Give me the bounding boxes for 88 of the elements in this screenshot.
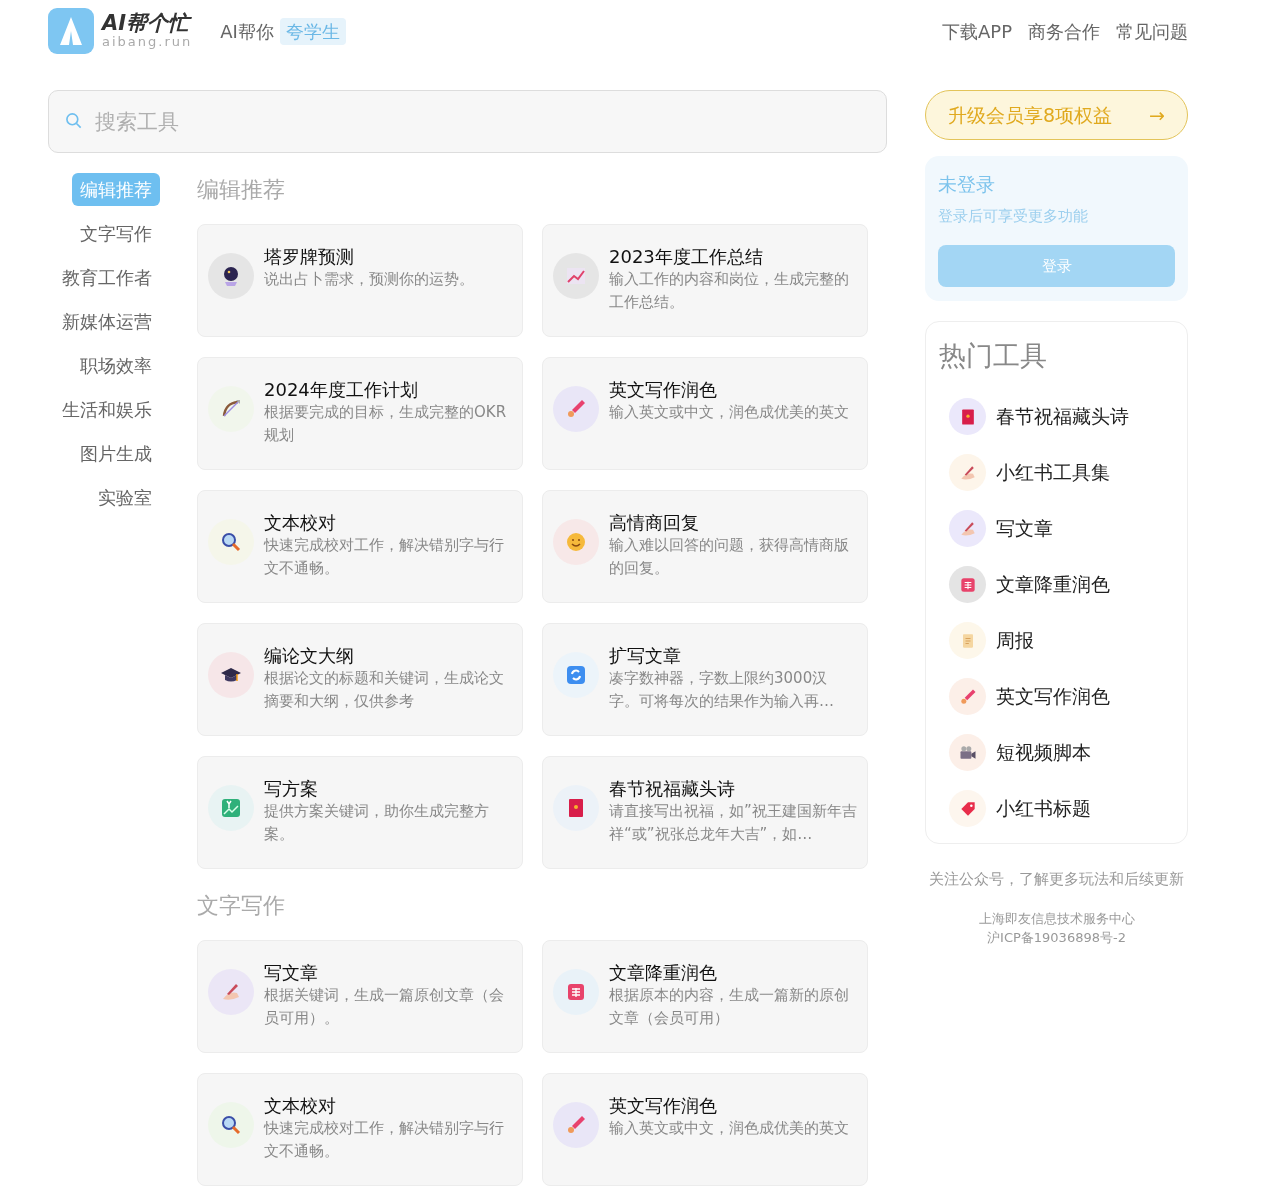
hot-tool-item[interactable]: 文章降重润色 — [939, 556, 1174, 613]
hot-tool-item[interactable]: 英文写作润色 — [939, 668, 1174, 725]
header-link[interactable]: 商务合作 — [1028, 17, 1100, 45]
refresh-icon — [564, 663, 588, 687]
logo-icon — [48, 8, 94, 54]
tool-card[interactable]: 英文写作润色 输入英文或中文，润色成优美的英文 — [542, 1073, 868, 1186]
nav-item[interactable]: 职场效率 — [72, 349, 160, 382]
tool-card[interactable]: 写方案 提供方案关键词，助你生成完整方案。 — [197, 756, 523, 869]
hot-tool-item[interactable]: 短视频脚本 — [939, 724, 1174, 781]
tool-name: 春节祝福藏头诗 — [609, 777, 736, 801]
login-status: 未登录 — [938, 172, 996, 197]
tool-name: 文本校对 — [264, 1094, 337, 1118]
tool-name: 扩写文章 — [609, 644, 682, 668]
smiley-icon — [564, 530, 588, 554]
nav-item[interactable]: 图片生成 — [72, 437, 160, 470]
tool-description: 根据关键词，生成一篇原创文章（会员可用）。 — [264, 985, 505, 1030]
tool-card[interactable]: 春节祝福藏头诗 请直接写出祝福，如”祝王建国新年吉祥“或”祝张总龙年大吉”，如… — [542, 756, 868, 869]
tool-description: 根据原本的内容，生成一篇新的原创文章（会员可用） — [609, 985, 850, 1030]
hot-tool-name: 英文写作润色 — [996, 684, 1110, 710]
tool-card[interactable]: 文章降重润色 根据原本的内容，生成一篇新的原创文章（会员可用） — [542, 940, 868, 1053]
tool-name: 2023年度工作总结 — [609, 245, 764, 269]
tool-name: 写文章 — [264, 961, 319, 985]
section-title: 文字写作 — [197, 892, 286, 920]
nav-item[interactable]: 生活和娱乐 — [54, 393, 160, 426]
hot-tool-item[interactable]: 春节祝福藏头诗 — [939, 388, 1174, 445]
tool-description: 凑字数神器，字数上限约3000汉字。可将每次的结果作为输入再… — [609, 668, 835, 713]
tool-description: 根据要完成的目标，生成完整的OKR规划 — [264, 402, 508, 447]
nav-item[interactable]: 教育工作者 — [54, 261, 160, 294]
hot-tool-name: 文章降重润色 — [996, 572, 1110, 598]
tool-card[interactable]: 文本校对 快速完成校对工作，解决错别字与行文不通畅。 — [197, 1073, 523, 1186]
icp-number: 沪ICP备19036898号-2 — [986, 928, 1127, 947]
tool-name: 英文写作润色 — [609, 378, 718, 402]
tool-card[interactable]: 高情商回复 输入难以回答的问题，获得高情商版的回复。 — [542, 490, 868, 603]
arrow-icon: → — [1149, 100, 1165, 130]
tool-description: 输入难以回答的问题，获得高情商版的回复。 — [609, 535, 850, 580]
hot-tool-item[interactable]: 小红书标题 — [939, 780, 1174, 837]
tool-name: 文本校对 — [264, 511, 337, 535]
hot-tools-title: 热门工具 — [939, 339, 1048, 373]
tool-description: 输入英文或中文，润色成优美的英文 — [609, 402, 849, 424]
tool-description: 说出占卜需求，预测你的运势。 — [264, 269, 474, 291]
header-link[interactable]: 常见问题 — [1116, 17, 1188, 45]
tool-card[interactable]: 扩写文章 凑字数神器，字数上限约3000汉字。可将每次的结果作为输入再… — [542, 623, 868, 736]
search-field[interactable]: 搜索工具 — [48, 90, 887, 153]
tool-name: 英文写作润色 — [609, 1094, 718, 1118]
company-name: 上海即友信息技术服务中心 — [977, 909, 1136, 928]
tool-name: 文章降重润色 — [609, 961, 718, 985]
hot-tool-item[interactable]: 写文章 — [939, 500, 1174, 557]
tool-card[interactable]: 英文写作润色 输入英文或中文，润色成优美的英文 — [542, 357, 868, 470]
hot-tool-name: 周报 — [996, 628, 1034, 654]
tool-description: 输入工作的内容和岗位，生成完整的工作总结。 — [609, 269, 850, 314]
logo-title: AI帮个忙 — [102, 12, 193, 34]
tool-description: 请直接写出祝福，如”祝王建国新年吉祥“或”祝张总龙年大吉”，如… — [609, 801, 857, 846]
hot-tool-name: 小红书工具集 — [996, 460, 1110, 486]
login-hint: 登录后可享受更多功能 — [938, 205, 1089, 227]
tag-label: 夸学生 — [279, 17, 346, 45]
nav-item[interactable]: 文字写作 — [72, 217, 160, 250]
nav-item[interactable]: 实验室 — [90, 481, 160, 514]
money-chart-icon — [219, 796, 243, 820]
section-title: 编辑推荐 — [197, 176, 286, 204]
tool-name: 编论文大纲 — [264, 644, 355, 668]
magnifier-icon — [219, 530, 243, 554]
tool-card[interactable]: 2024年度工作计划 根据要完成的目标，生成完整的OKR规划 — [197, 357, 523, 470]
tool-name: 高情商回复 — [609, 511, 700, 535]
logo-subtitle: aibang.run — [102, 33, 193, 50]
tool-description: 输入英文或中文，润色成优美的英文 — [609, 1118, 849, 1140]
tool-card[interactable]: 2023年度工作总结 输入工作的内容和岗位，生成完整的工作总结。 — [542, 224, 868, 337]
tool-card[interactable]: 文本校对 快速完成校对工作，解决错别字与行文不通畅。 — [197, 490, 523, 603]
tool-card[interactable]: 塔罗牌预测 说出占卜需求，预测你的运势。 — [197, 224, 523, 337]
tool-name: 2024年度工作计划 — [264, 378, 419, 402]
tagline: AI帮你 — [220, 19, 274, 44]
tool-name: 塔罗牌预测 — [264, 245, 355, 269]
header-link[interactable]: 下载APP — [941, 17, 1012, 45]
hot-tool-item[interactable]: 小红书工具集 — [939, 444, 1174, 501]
hot-tool-item[interactable]: 周报 — [939, 612, 1174, 669]
magnifier-icon — [219, 1113, 243, 1137]
hot-tool-name: 短视频脚本 — [996, 740, 1091, 766]
tool-description: 快速完成校对工作，解决错别字与行文不通畅。 — [264, 1118, 505, 1163]
tool-description: 根据论文的标题和关键词，生成论文摘要和大纲，仅供参考 — [264, 668, 505, 713]
hot-tool-name: 春节祝福藏头诗 — [996, 404, 1129, 430]
tool-card[interactable]: 写文章 根据关键词，生成一篇原创文章（会员可用）。 — [197, 940, 523, 1053]
nav-item[interactable]: 新媒体运营 — [54, 305, 160, 338]
hot-tool-name: 写文章 — [996, 516, 1053, 542]
tool-card[interactable]: 编论文大纲 根据论文的标题和关键词，生成论文摘要和大纲，仅供参考 — [197, 623, 523, 736]
tool-description: 快速完成校对工作，解决错别字与行文不通畅。 — [264, 535, 505, 580]
tool-name: 写方案 — [264, 777, 319, 801]
hot-tool-name: 小红书标题 — [996, 796, 1091, 822]
tool-description: 提供方案关键词，助你生成完整方案。 — [264, 801, 490, 846]
follow-text: 关注公众号，了解更多玩法和后续更新 — [928, 868, 1185, 890]
